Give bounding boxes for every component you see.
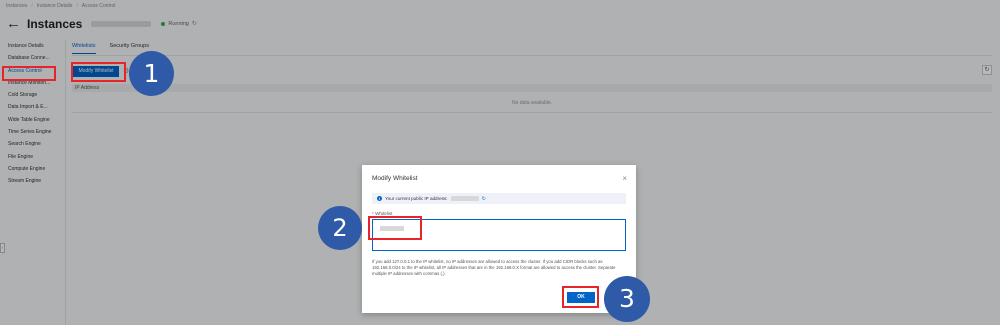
callout-highlight-access-control	[2, 66, 56, 81]
refresh-ip-icon[interactable]: ↻	[482, 196, 486, 202]
info-icon: i	[377, 196, 382, 201]
whitelist-help-text: If you add 127.0.0.1 to the IP whitelist…	[372, 259, 616, 277]
step-number-1: 1	[129, 51, 174, 96]
dialog-title: Modify Whitelist	[372, 175, 418, 182]
step-number-2: 2	[318, 206, 362, 250]
callout-highlight-modify-whitelist	[71, 62, 126, 82]
close-icon[interactable]: ×	[622, 174, 627, 183]
current-ip-notice: i Your current public IP address: ↻	[372, 193, 626, 204]
step-number-3: 3	[604, 276, 650, 322]
ip-notice-text: Your current public IP address:	[385, 196, 448, 201]
callout-highlight-whitelist-input	[368, 216, 422, 240]
callout-highlight-ok-button	[562, 286, 599, 308]
ip-address-redacted	[450, 196, 479, 201]
